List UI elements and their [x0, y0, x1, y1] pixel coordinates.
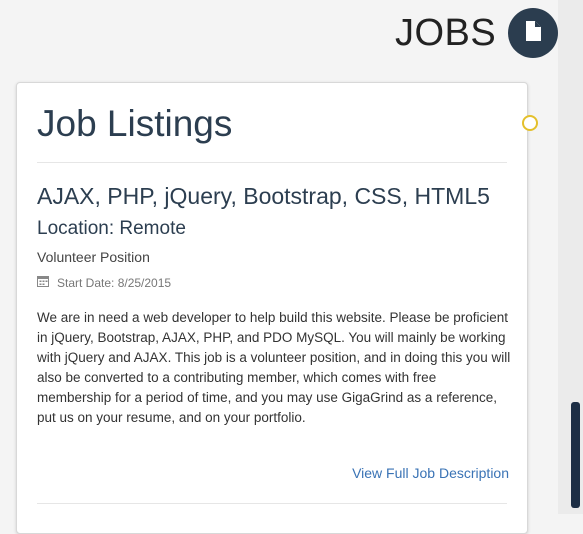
scrollbar-thumb[interactable]: [571, 402, 580, 508]
title-divider: [37, 162, 507, 163]
timeline-marker: [522, 115, 538, 131]
job-description: We are in need a web developer to help b…: [37, 310, 511, 425]
start-date-row: Start Date: 8/25/2015: [37, 275, 171, 290]
job-title: AJAX, PHP, jQuery, Bootstrap, CSS, HTML5: [37, 183, 490, 209]
document-icon: [525, 20, 541, 46]
document-button[interactable]: [508, 8, 558, 58]
page-title: JOBS: [395, 12, 497, 54]
start-date: Start Date: 8/25/2015: [57, 275, 172, 290]
calendar-icon: [37, 275, 49, 290]
job-listings-card: Job Listings AJAX, PHP, jQuery, Bootstra…: [16, 82, 528, 534]
job-type: Volunteer Position: [37, 249, 150, 265]
job-location: Location: Remote: [37, 218, 186, 239]
view-job-description-link[interactable]: View Full Job Description: [352, 463, 509, 483]
card-title: Job Listings: [37, 103, 233, 144]
bottom-divider: [37, 503, 507, 504]
